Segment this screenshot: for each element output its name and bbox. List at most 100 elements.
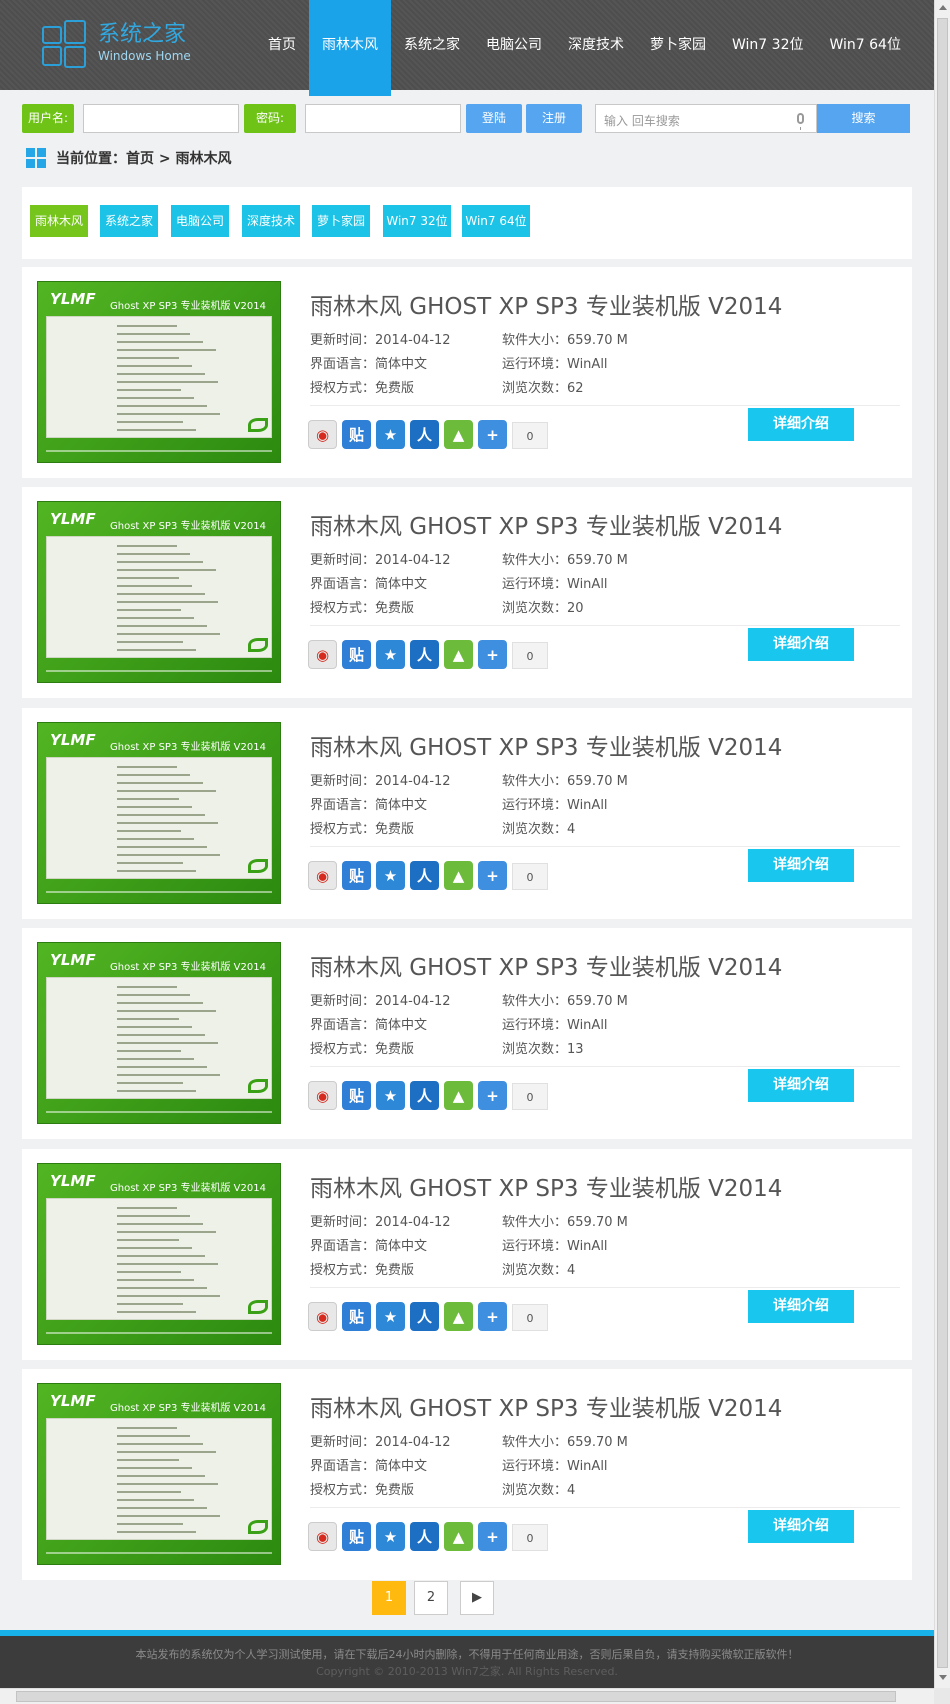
tieba-icon[interactable]: 贴 bbox=[342, 1302, 371, 1331]
search-placeholder: 输入 回车搜索 bbox=[604, 114, 680, 128]
category-tab-4[interactable]: 萝卜家园 bbox=[312, 205, 370, 237]
qzone-icon[interactable]: ★ bbox=[376, 1522, 405, 1551]
nav-item-4[interactable]: 深度技术 bbox=[555, 0, 637, 90]
more-icon[interactable]: + bbox=[478, 420, 507, 449]
nav-item-2[interactable]: 系统之家 bbox=[391, 0, 473, 90]
nav-item-1[interactable]: 雨林木风 bbox=[309, 0, 391, 96]
kaixin-icon[interactable]: ▲ bbox=[444, 1081, 473, 1110]
item-title[interactable]: 雨林木风 GHOST XP SP3 专业装机版 V2014 bbox=[310, 1389, 782, 1423]
category-tab-2[interactable]: 电脑公司 bbox=[171, 205, 229, 237]
page-button-2[interactable]: 2 bbox=[414, 1581, 448, 1615]
tieba-icon[interactable]: 贴 bbox=[342, 1081, 371, 1110]
detail-button[interactable]: 详细介绍 bbox=[748, 1069, 854, 1102]
qzone-icon[interactable]: ★ bbox=[376, 420, 405, 449]
item-title[interactable]: 雨林木风 GHOST XP SP3 专业装机版 V2014 bbox=[310, 728, 782, 762]
tieba-icon[interactable]: 贴 bbox=[342, 640, 371, 669]
scroll-up-icon[interactable] bbox=[939, 5, 947, 10]
category-tab-0[interactable]: 雨林木风 bbox=[30, 205, 88, 237]
item-screenshot[interactable]: YLMF Ghost XP SP3 专业装机版 V2014 bbox=[37, 1383, 281, 1565]
item-views: 浏览次数：62 bbox=[502, 381, 584, 396]
register-button[interactable]: 注册 bbox=[526, 104, 582, 133]
more-icon[interactable]: + bbox=[478, 1522, 507, 1551]
nav-item-3[interactable]: 电脑公司 bbox=[473, 0, 555, 90]
nav-item-7[interactable]: Win7 64位 bbox=[816, 0, 913, 90]
kaixin-icon[interactable]: ▲ bbox=[444, 420, 473, 449]
kaixin-icon[interactable]: ▲ bbox=[444, 640, 473, 669]
kaixin-icon[interactable]: ▲ bbox=[444, 1302, 473, 1331]
more-icon[interactable]: + bbox=[478, 1302, 507, 1331]
detail-button[interactable]: 详细介绍 bbox=[748, 1510, 854, 1543]
item-screenshot[interactable]: YLMF Ghost XP SP3 专业装机版 V2014 bbox=[37, 1163, 281, 1345]
leaf-icon bbox=[248, 1079, 268, 1093]
item-screenshot[interactable]: YLMF Ghost XP SP3 专业装机版 V2014 bbox=[37, 281, 281, 463]
qzone-icon[interactable]: ★ bbox=[376, 861, 405, 890]
nav-item-0[interactable]: 首页 bbox=[255, 0, 309, 90]
category-tab-1[interactable]: 系统之家 bbox=[100, 205, 158, 237]
detail-button[interactable]: 详细介绍 bbox=[748, 849, 854, 882]
item-size: 软件大小：659.70 M bbox=[502, 1215, 628, 1230]
category-tab-5[interactable]: Win7 32位 bbox=[383, 205, 451, 237]
tieba-icon[interactable]: 贴 bbox=[342, 1522, 371, 1551]
login-button[interactable]: 登陆 bbox=[466, 104, 522, 133]
site-logo[interactable]: 系统之家 Windows Home bbox=[40, 18, 191, 68]
renren-icon[interactable]: 人 bbox=[410, 640, 439, 669]
page-button-1[interactable]: 1 bbox=[372, 1581, 406, 1615]
vertical-scrollbar[interactable] bbox=[934, 0, 950, 1688]
detail-button[interactable]: 详细介绍 bbox=[748, 628, 854, 661]
category-bar: 雨林木风 系统之家 电脑公司 深度技术 萝卜家园 Win7 32位 Win7 64位 bbox=[22, 187, 912, 259]
more-icon[interactable]: + bbox=[478, 861, 507, 890]
item-license: 授权方式：免费版 bbox=[310, 1483, 415, 1498]
item-env: 运行环境：WinAll bbox=[502, 357, 608, 372]
username-input[interactable] bbox=[83, 104, 239, 133]
item-screenshot[interactable]: YLMF Ghost XP SP3 专业装机版 V2014 bbox=[37, 942, 281, 1124]
item-update: 更新时间：2014-04-12 bbox=[310, 1435, 451, 1450]
category-tab-3[interactable]: 深度技术 bbox=[242, 205, 300, 237]
horizontal-scrollbar[interactable] bbox=[0, 1688, 934, 1704]
search-button[interactable]: 搜索 bbox=[817, 104, 910, 133]
detail-button[interactable]: 详细介绍 bbox=[748, 1290, 854, 1323]
weibo-icon[interactable]: ◉ bbox=[308, 1302, 337, 1331]
renren-icon[interactable]: 人 bbox=[410, 1522, 439, 1551]
qzone-icon[interactable]: ★ bbox=[376, 1302, 405, 1331]
renren-icon[interactable]: 人 bbox=[410, 420, 439, 449]
qzone-icon[interactable]: ★ bbox=[376, 640, 405, 669]
more-icon[interactable]: + bbox=[478, 1081, 507, 1110]
thumbnail-brand: YLMF bbox=[50, 1392, 96, 1410]
next-page-button[interactable]: ▶ bbox=[460, 1581, 494, 1615]
kaixin-icon[interactable]: ▲ bbox=[444, 861, 473, 890]
category-tab-6[interactable]: Win7 64位 bbox=[462, 205, 530, 237]
leaf-icon bbox=[248, 859, 268, 873]
weibo-icon[interactable]: ◉ bbox=[308, 1081, 337, 1110]
item-title[interactable]: 雨林木风 GHOST XP SP3 专业装机版 V2014 bbox=[310, 287, 782, 321]
password-input[interactable] bbox=[305, 104, 461, 133]
nav-item-5[interactable]: 萝卜家园 bbox=[637, 0, 719, 90]
item-size: 软件大小：659.70 M bbox=[502, 994, 628, 1009]
tieba-icon[interactable]: 贴 bbox=[342, 861, 371, 890]
weibo-icon[interactable]: ◉ bbox=[308, 1522, 337, 1551]
vertical-scroll-thumb[interactable] bbox=[937, 18, 948, 1668]
renren-icon[interactable]: 人 bbox=[410, 1081, 439, 1110]
item-license: 授权方式：免费版 bbox=[310, 601, 415, 616]
qzone-icon[interactable]: ★ bbox=[376, 1081, 405, 1110]
item-card: YLMF Ghost XP SP3 专业装机版 V2014 雨林木风 GHOST X… bbox=[22, 1149, 912, 1360]
item-size: 软件大小：659.70 M bbox=[502, 333, 628, 348]
item-title[interactable]: 雨林木风 GHOST XP SP3 专业装机版 V2014 bbox=[310, 948, 782, 982]
horizontal-scroll-thumb[interactable] bbox=[16, 1691, 896, 1702]
item-screenshot[interactable]: YLMF Ghost XP SP3 专业装机版 V2014 bbox=[37, 501, 281, 683]
renren-icon[interactable]: 人 bbox=[410, 861, 439, 890]
more-icon[interactable]: + bbox=[478, 640, 507, 669]
weibo-icon[interactable]: ◉ bbox=[308, 640, 337, 669]
tieba-icon[interactable]: 贴 bbox=[342, 420, 371, 449]
detail-button[interactable]: 详细介绍 bbox=[748, 408, 854, 441]
renren-icon[interactable]: 人 bbox=[410, 1302, 439, 1331]
microphone-icon[interactable] bbox=[797, 113, 804, 130]
item-screenshot[interactable]: YLMF Ghost XP SP3 专业装机版 V2014 bbox=[37, 722, 281, 904]
weibo-icon[interactable]: ◉ bbox=[308, 420, 337, 449]
kaixin-icon[interactable]: ▲ bbox=[444, 1522, 473, 1551]
item-title[interactable]: 雨林木风 GHOST XP SP3 专业装机版 V2014 bbox=[310, 1169, 782, 1203]
item-title[interactable]: 雨林木风 GHOST XP SP3 专业装机版 V2014 bbox=[310, 507, 782, 541]
scroll-down-icon[interactable] bbox=[939, 1675, 947, 1680]
search-input[interactable]: 输入 回车搜索 bbox=[595, 104, 817, 133]
weibo-icon[interactable]: ◉ bbox=[308, 861, 337, 890]
nav-item-6[interactable]: Win7 32位 bbox=[719, 0, 816, 90]
